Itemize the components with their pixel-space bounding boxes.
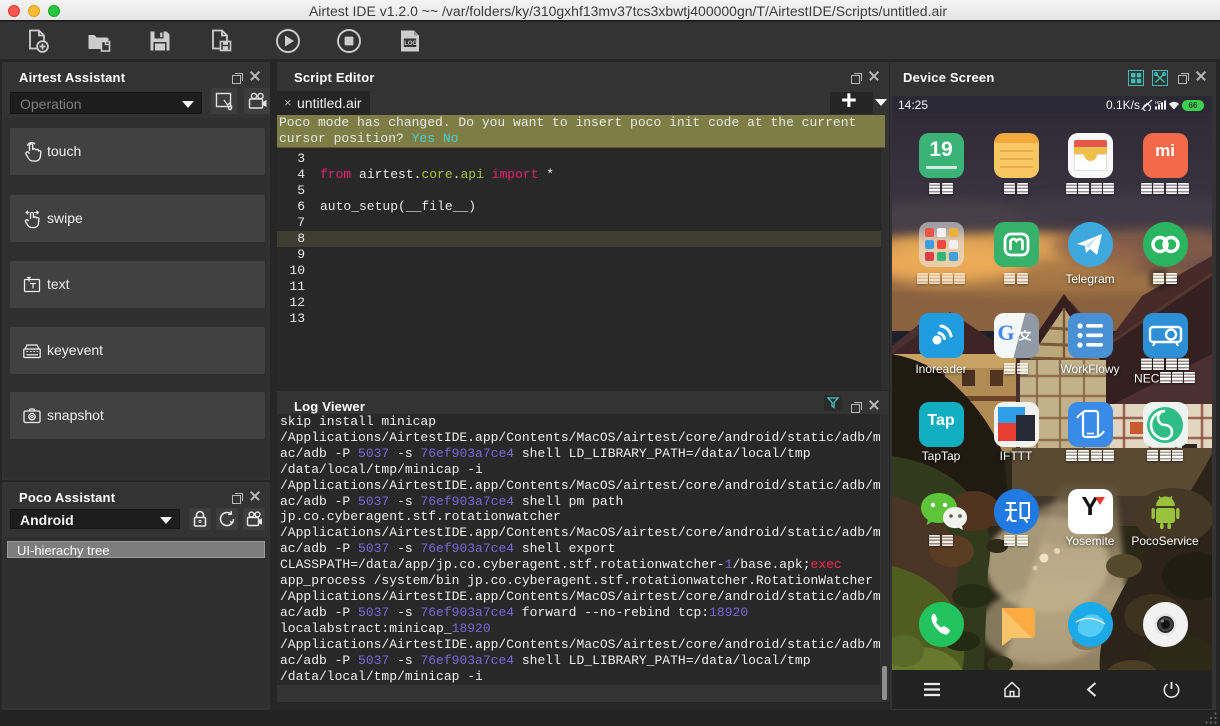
svg-text:66: 66 (1189, 101, 1198, 110)
svg-text:LOG: LOG (404, 41, 417, 47)
